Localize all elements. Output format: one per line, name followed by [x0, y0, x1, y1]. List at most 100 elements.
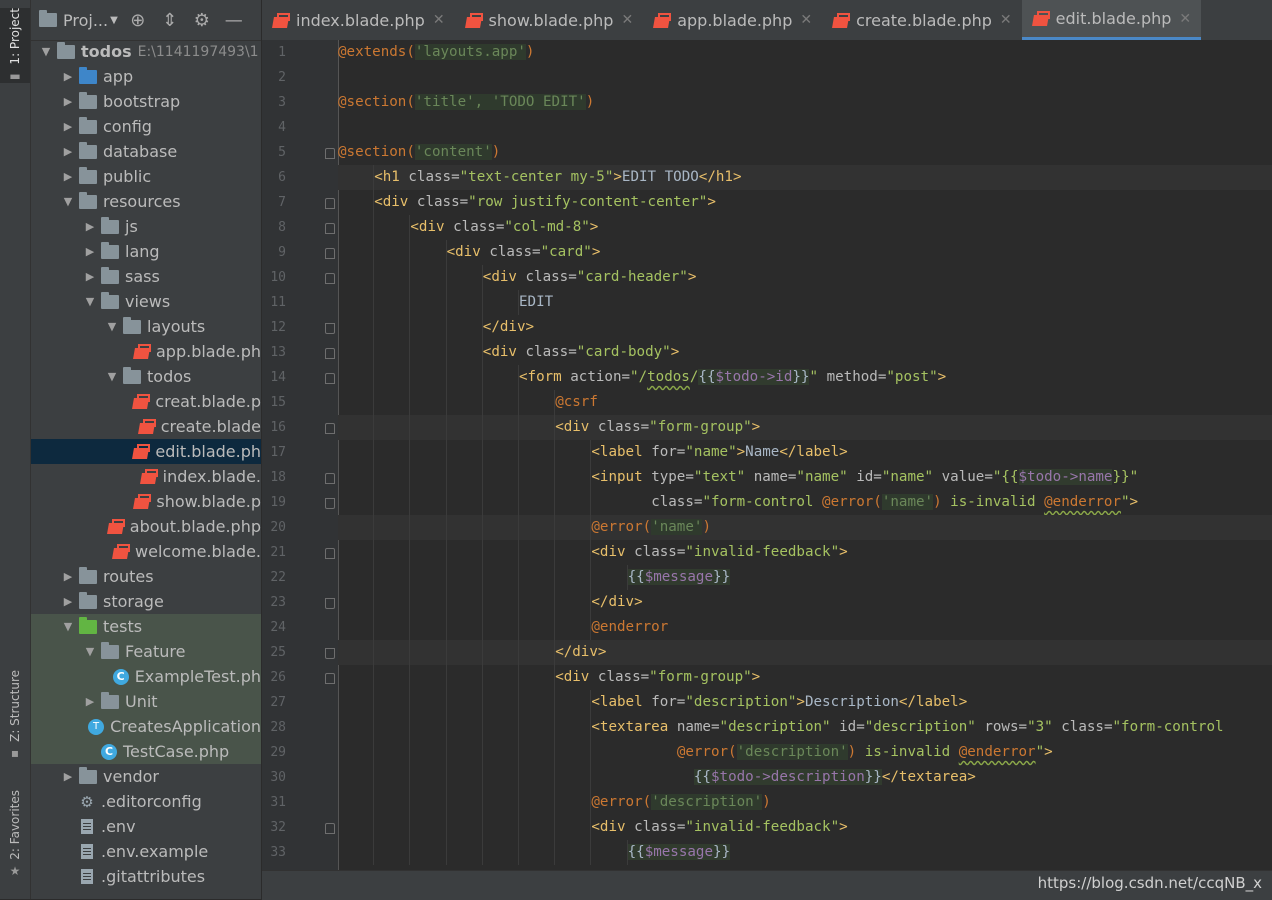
indent-guide: [409, 240, 411, 265]
hide-icon[interactable]: —: [222, 10, 246, 31]
close-icon[interactable]: ✕: [1179, 11, 1191, 27]
chevron-right-icon[interactable]: ▶: [61, 70, 75, 83]
chevron-right-icon[interactable]: ▶: [61, 95, 75, 108]
fold-marker-icon[interactable]: [325, 648, 335, 659]
fold-marker-icon[interactable]: [325, 373, 335, 384]
chevron-right-icon[interactable]: ▶: [83, 220, 97, 233]
laravel-blade-icon: [832, 12, 851, 29]
tab-app-blade-php[interactable]: app.blade.php ✕: [643, 0, 822, 40]
folder-icon: [39, 10, 57, 27]
tab-create-blade-php[interactable]: create.blade.php ✕: [822, 0, 1022, 40]
code-token: EDIT: [519, 294, 554, 310]
chevron-down-icon[interactable]: ▼: [61, 195, 75, 208]
chevron-right-icon[interactable]: ▶: [83, 695, 97, 708]
indent-guide: [409, 390, 411, 415]
tree-item-label: todos: [81, 42, 132, 61]
tree-item-layouts[interactable]: ▼ layouts: [31, 314, 261, 339]
chevron-right-icon[interactable]: ▶: [61, 570, 75, 583]
fold-marker-icon[interactable]: [325, 198, 335, 209]
tree-item-todos[interactable]: ▼ todos E:\1141197493\1: [31, 39, 261, 64]
code-editor[interactable]: 1 @extends('layouts.app') 2 3 @section('titl…: [262, 40, 1272, 870]
fold-marker-icon[interactable]: [325, 223, 335, 234]
tree-item-database[interactable]: ▶ database: [31, 139, 261, 164]
chevron-down-icon[interactable]: ▼: [61, 620, 75, 633]
tree-item-about-blade-php[interactable]: about.blade.php: [31, 514, 261, 539]
tree-item-tests[interactable]: ▼ tests: [31, 614, 261, 639]
tree-item-testcase-php[interactable]: C TestCase.php: [31, 739, 261, 764]
tree-item-feature[interactable]: ▼ Feature: [31, 639, 261, 664]
tree-item-todos[interactable]: ▼ todos: [31, 364, 261, 389]
close-icon[interactable]: ✕: [1000, 12, 1012, 28]
tab-edit-blade-php[interactable]: edit.blade.php ✕: [1021, 0, 1202, 40]
tree-item-views[interactable]: ▼ views: [31, 289, 261, 314]
fold-marker-icon[interactable]: [325, 498, 335, 509]
tree-item-vendor[interactable]: ▶ vendor: [31, 764, 261, 789]
tree-item--env[interactable]: .env: [31, 814, 261, 839]
tab-index-blade-php[interactable]: index.blade.php ✕: [262, 0, 455, 40]
fold-marker-icon[interactable]: [325, 548, 335, 559]
tree-item--gitattributes[interactable]: .gitattributes: [31, 864, 261, 889]
tree-item-unit[interactable]: ▶ Unit: [31, 689, 261, 714]
tree-item-app[interactable]: ▶ app: [31, 64, 261, 89]
tree-item-lang[interactable]: ▶ lang: [31, 239, 261, 264]
chevron-right-icon[interactable]: ▶: [61, 595, 75, 608]
fold-marker-icon[interactable]: [325, 348, 335, 359]
tree-item-welcome-blade-[interactable]: welcome.blade.: [31, 539, 261, 564]
indent-guide: [409, 540, 411, 565]
tree-item-exampletest-ph[interactable]: C ExampleTest.ph: [31, 664, 261, 689]
indent-guide: [373, 715, 375, 740]
tree-item-storage[interactable]: ▶ storage: [31, 589, 261, 614]
tree-item--editorconfig[interactable]: ⚙ .editorconfig: [31, 789, 261, 814]
tree-item-js[interactable]: ▶ js: [31, 214, 261, 239]
project-tool-tab[interactable]: 1: Project ▬: [0, 8, 30, 83]
tree-item-bootstrap[interactable]: ▶ bootstrap: [31, 89, 261, 114]
close-icon[interactable]: ✕: [800, 12, 812, 28]
fold-marker-icon[interactable]: [325, 473, 335, 484]
fold-marker-icon[interactable]: [325, 148, 335, 159]
chevron-down-icon[interactable]: ▼: [105, 320, 119, 333]
structure-tool-tab[interactable]: Z: Structure ▪: [0, 670, 30, 760]
tree-item-creat-blade-p[interactable]: creat.blade.p: [31, 389, 261, 414]
tree-item-public[interactable]: ▶ public: [31, 164, 261, 189]
fold-marker-icon[interactable]: [325, 323, 335, 334]
chevron-right-icon[interactable]: ▶: [61, 770, 75, 783]
code-token: EDIT TODO: [621, 169, 699, 185]
tree-item-app-blade-ph[interactable]: app.blade.ph: [31, 339, 261, 364]
chevron-right-icon[interactable]: ▶: [61, 120, 75, 133]
locate-icon[interactable]: ⊕: [126, 10, 150, 31]
tree-item-edit-blade-ph[interactable]: edit.blade.ph: [31, 439, 261, 464]
tree-item-show-blade-p[interactable]: show.blade.p: [31, 489, 261, 514]
favorites-tool-tab[interactable]: 2: Favorites ★: [0, 790, 30, 878]
tree-item-config[interactable]: ▶ config: [31, 114, 261, 139]
tree-item-sass[interactable]: ▶ sass: [31, 264, 261, 289]
tree-item-create-blade[interactable]: create.blade: [31, 414, 261, 439]
chevron-right-icon[interactable]: ▶: [61, 145, 75, 158]
code-line: 22 {{$message}}: [262, 565, 1272, 590]
gear-icon[interactable]: ⚙: [190, 10, 214, 31]
tab-show-blade-php[interactable]: show.blade.php ✕: [455, 0, 644, 40]
tree-item--env-example[interactable]: .env.example: [31, 839, 261, 864]
chevron-right-icon[interactable]: ▶: [61, 170, 75, 183]
chevron-right-icon[interactable]: ▶: [83, 270, 97, 283]
fold-marker-icon[interactable]: [325, 273, 335, 284]
chevron-right-icon[interactable]: ▶: [83, 245, 97, 258]
tree-item-createsapplication[interactable]: T CreatesApplication: [31, 714, 261, 739]
tree-item-routes[interactable]: ▶ routes: [31, 564, 261, 589]
fold-marker-icon[interactable]: [325, 598, 335, 609]
tree-item-resources[interactable]: ▼ resources: [31, 189, 261, 214]
tree-item-label: storage: [103, 592, 164, 611]
chevron-down-icon[interactable]: ▼: [83, 295, 97, 308]
project-view-selector[interactable]: Proj... ▼: [39, 10, 118, 30]
tree-item-label: bootstrap: [103, 92, 181, 111]
chevron-down-icon[interactable]: ▼: [105, 370, 119, 383]
tree-item-index-blade-[interactable]: index.blade.: [31, 464, 261, 489]
fold-marker-icon[interactable]: [325, 248, 335, 259]
fold-marker-icon[interactable]: [325, 823, 335, 834]
fold-marker-icon[interactable]: [325, 673, 335, 684]
close-icon[interactable]: ✕: [621, 12, 633, 28]
chevron-down-icon[interactable]: ▼: [39, 45, 53, 58]
fold-marker-icon[interactable]: [325, 423, 335, 434]
chevron-down-icon[interactable]: ▼: [83, 645, 97, 658]
collapse-all-icon[interactable]: ⇕: [158, 10, 182, 31]
close-icon[interactable]: ✕: [433, 12, 445, 28]
